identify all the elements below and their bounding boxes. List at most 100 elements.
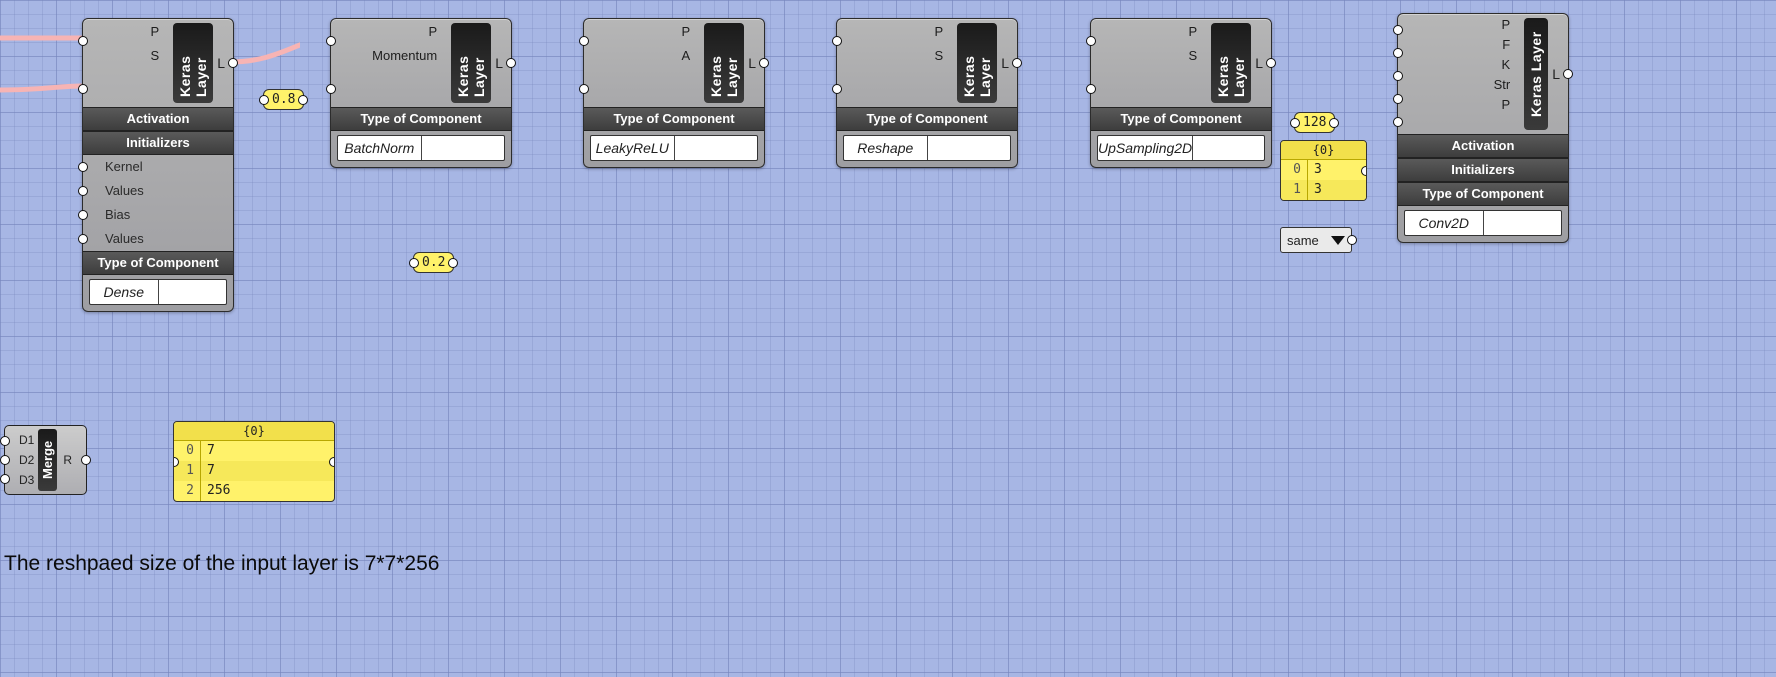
- node-reshape[interactable]: P S Keras Layer L Type of Component Resh…: [836, 18, 1018, 168]
- input-port[interactable]: [579, 36, 589, 46]
- input-port[interactable]: [832, 84, 842, 94]
- section-type[interactable]: Type of Component: [83, 251, 233, 275]
- input-port[interactable]: [259, 95, 269, 105]
- output-port[interactable]: [1563, 69, 1573, 79]
- caret-icon: [674, 136, 758, 160]
- port-label: P: [331, 24, 441, 39]
- type-selector[interactable]: Conv2D: [1404, 210, 1562, 236]
- node-batchnorm[interactable]: P Momentum Keras Layer L Type of Compone…: [330, 18, 512, 168]
- port-label: L: [1001, 55, 1011, 71]
- port-label: P: [584, 24, 694, 39]
- port-label: L: [217, 55, 227, 71]
- node-badge: Keras Layer: [957, 23, 997, 103]
- node-badge: Keras Layer: [1211, 23, 1251, 103]
- section-initializers[interactable]: Initializers: [1398, 158, 1568, 182]
- port-label: L: [495, 55, 505, 71]
- input-port[interactable]: [78, 210, 88, 220]
- type-selector[interactable]: LeakyReLU: [590, 135, 758, 161]
- input-port[interactable]: [78, 36, 88, 46]
- input-port[interactable]: [78, 162, 88, 172]
- caret-icon: [1192, 136, 1264, 160]
- caret-icon: [158, 280, 227, 304]
- dropdown-value: same: [1287, 233, 1319, 248]
- grasshopper-canvas[interactable]: P S Keras Layer L Activation Initializer…: [0, 0, 1776, 677]
- node-leakyrelu[interactable]: P A Keras Layer L Type of Component Leak…: [583, 18, 765, 168]
- node-upsampling[interactable]: P S Keras Layer L Type of Component UpSa…: [1090, 18, 1272, 168]
- input-port[interactable]: [0, 474, 10, 484]
- panel-reshape-size[interactable]: {0} 07 17 2256: [173, 421, 335, 502]
- input-port[interactable]: [1086, 84, 1096, 94]
- input-port[interactable]: [78, 186, 88, 196]
- input-port[interactable]: [1393, 48, 1403, 58]
- output-port[interactable]: [1012, 58, 1022, 68]
- type-selector[interactable]: BatchNorm: [337, 135, 505, 161]
- input-port[interactable]: [326, 84, 336, 94]
- input-port[interactable]: [1086, 36, 1096, 46]
- padding-dropdown[interactable]: same: [1280, 227, 1352, 253]
- node-merge[interactable]: D1 D2 D3 Merge R: [4, 425, 87, 495]
- value-chip-0-2[interactable]: 0.2: [413, 252, 454, 273]
- init-values[interactable]: Values: [83, 179, 233, 203]
- caret-icon: [1483, 211, 1562, 235]
- section-activation[interactable]: Activation: [83, 107, 233, 131]
- port-label: D3: [19, 471, 34, 489]
- output-port[interactable]: [506, 58, 516, 68]
- type-selector[interactable]: Reshape: [843, 135, 1011, 161]
- panel-kernel[interactable]: {0} 03 13: [1280, 140, 1367, 201]
- section-type[interactable]: Type of Component: [1398, 182, 1568, 206]
- type-selector[interactable]: UpSampling2D: [1097, 135, 1265, 161]
- init-kernel[interactable]: Kernel: [83, 155, 233, 179]
- node-badge: Keras Layer: [173, 23, 213, 103]
- section-type[interactable]: Type of Component: [837, 107, 1017, 131]
- port-label: D2: [19, 451, 34, 469]
- node-badge: Keras Layer: [704, 23, 744, 103]
- input-port[interactable]: [409, 258, 419, 268]
- input-port[interactable]: [1393, 71, 1403, 81]
- output-port[interactable]: [448, 258, 458, 268]
- section-activation[interactable]: Activation: [1398, 134, 1568, 158]
- port-label: L: [748, 55, 758, 71]
- output-port[interactable]: [1329, 118, 1339, 128]
- output-port[interactable]: [759, 58, 769, 68]
- port-label: S: [837, 48, 947, 63]
- input-port[interactable]: [0, 436, 10, 446]
- port-label: F: [1398, 37, 1514, 52]
- port-label: Str: [1398, 77, 1514, 92]
- input-port[interactable]: [1393, 117, 1403, 127]
- input-port[interactable]: [78, 234, 88, 244]
- value-chip-128[interactable]: 128: [1294, 112, 1335, 133]
- section-type[interactable]: Type of Component: [331, 107, 511, 131]
- port-label: Momentum: [331, 48, 441, 63]
- input-port[interactable]: [0, 455, 10, 465]
- input-port[interactable]: [579, 84, 589, 94]
- output-port[interactable]: [1266, 58, 1276, 68]
- value-chip-0-8[interactable]: 0.8: [263, 89, 304, 110]
- port-label: P: [837, 24, 947, 39]
- chevron-down-icon: [1331, 236, 1345, 245]
- input-port[interactable]: [1290, 118, 1300, 128]
- section-initializers[interactable]: Initializers: [83, 131, 233, 155]
- input-port[interactable]: [78, 84, 88, 94]
- input-port[interactable]: [326, 36, 336, 46]
- node-conv2d[interactable]: P F K Str P Keras Layer L Activation Ini…: [1397, 13, 1569, 243]
- input-port[interactable]: [1393, 25, 1403, 35]
- output-port[interactable]: [1347, 235, 1357, 245]
- port-label: K: [1398, 57, 1514, 72]
- output-port[interactable]: [228, 58, 238, 68]
- init-bias[interactable]: Bias: [83, 203, 233, 227]
- port-label: L: [1255, 55, 1265, 71]
- port-label: P: [1398, 17, 1514, 32]
- output-port[interactable]: [298, 95, 308, 105]
- output-port[interactable]: [1361, 166, 1367, 176]
- input-port[interactable]: [832, 36, 842, 46]
- section-type[interactable]: Type of Component: [1091, 107, 1271, 131]
- init-values2[interactable]: Values: [83, 227, 233, 251]
- output-port[interactable]: [329, 457, 335, 467]
- section-type[interactable]: Type of Component: [584, 107, 764, 131]
- port-label: P: [1091, 24, 1201, 39]
- node-dense[interactable]: P S Keras Layer L Activation Initializer…: [82, 18, 234, 312]
- output-port[interactable]: [81, 455, 91, 465]
- input-port[interactable]: [1393, 94, 1403, 104]
- type-selector[interactable]: Dense: [89, 279, 227, 305]
- port-label: D1: [19, 431, 34, 449]
